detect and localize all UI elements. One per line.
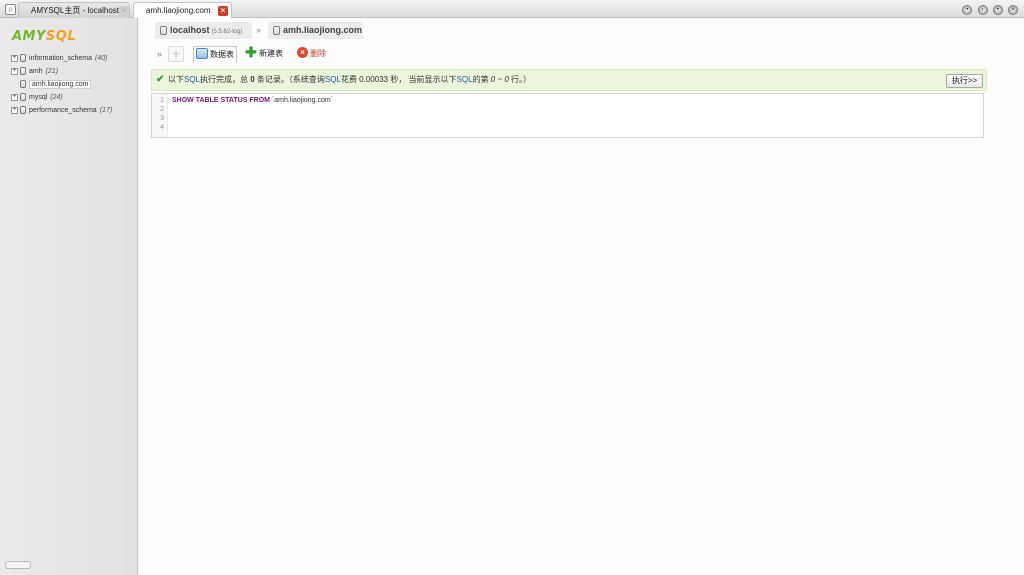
expand-icon[interactable]: +	[11, 106, 18, 114]
add-disabled-icon: +	[168, 46, 184, 62]
tab-amysql-home[interactable]: AMYSQL主页 - localhost ×	[18, 2, 130, 18]
table-icon	[196, 48, 208, 60]
sidebar-item-performance-schema[interactable]: + performance_schema (17)	[11, 104, 112, 117]
close-window-icon[interactable]: ×	[1008, 5, 1018, 15]
close-icon[interactable]: ×	[218, 6, 228, 16]
expand-icon[interactable]: +	[11, 67, 18, 75]
amysql-logo: AMYSQL	[12, 29, 77, 44]
database-icon	[20, 80, 26, 89]
sidebar-item-mysql[interactable]: + mysql (24)	[11, 91, 112, 104]
sidebar-item-amh-liaojiong[interactable]: amh.liaojiong.com	[11, 78, 112, 91]
tab-bar: ⌂ AMYSQL主页 - localhost × amh.liaojiong.c…	[0, 0, 1024, 18]
database-icon	[20, 106, 26, 115]
new-table-button[interactable]: ✚ 新建表	[243, 44, 289, 63]
delete-button[interactable]: × 删除	[295, 46, 335, 63]
expand-icon[interactable]: +	[11, 54, 18, 62]
breadcrumb-separator: »	[256, 25, 262, 35]
server-icon	[160, 26, 167, 36]
success-message: ✔ 以下SQL执行完成，总 0 条记录。（系统查询SQL花费 0.00033 秒，…	[151, 69, 987, 91]
tab-label: AMYSQL主页 - localhost	[31, 6, 120, 15]
breadcrumb-host[interactable]: localhost (5.5.62-log)	[155, 22, 252, 39]
sql-code-line[interactable]: SHOW TABLE STATUS FROM `amh.liaojiong.co…	[172, 96, 333, 105]
database-icon	[20, 54, 26, 63]
line-number-gutter: 1 2 3 4	[152, 94, 168, 137]
sidebar: AMYSQL + information_schema (40) + amh (21) …	[0, 18, 138, 575]
database-list: + information_schema (40) + amh (21) amh.lia…	[11, 52, 112, 117]
window-controls: • ‹ • ×	[959, 4, 1018, 15]
tab-label: amh.liaojiong.com	[146, 6, 211, 15]
database-icon	[20, 93, 26, 102]
execute-button[interactable]: 执行>>	[946, 74, 983, 88]
settings-icon[interactable]: •	[962, 5, 973, 15]
close-icon[interactable]: ×	[119, 6, 129, 16]
breadcrumb-database[interactable]: amh.liaojiong.com	[268, 22, 363, 39]
sql-editor[interactable]: 1 2 3 4 SHOW TABLE STATUS FROM `amh.liao…	[151, 93, 984, 138]
table-list-button[interactable]: 数据表	[193, 46, 237, 63]
tab-amh-liaojiong[interactable]: amh.liaojiong.com ×	[133, 2, 232, 18]
sidebar-item-amh[interactable]: + amh (21)	[11, 65, 112, 78]
sidebar-toggle[interactable]	[5, 561, 31, 569]
expand-icon[interactable]: +	[11, 93, 18, 101]
main-panel: localhost (5.5.62-log) » amh.liaojiong.co…	[139, 18, 1024, 575]
database-icon	[273, 26, 280, 36]
home-icon[interactable]: ⌂	[5, 4, 16, 15]
database-icon	[20, 67, 26, 76]
back-icon[interactable]: ‹	[977, 5, 988, 15]
add-icon: ✚	[245, 44, 257, 61]
collapse-arrow-icon[interactable]: »	[157, 49, 162, 59]
sidebar-item-information-schema[interactable]: + information_schema (40)	[11, 52, 112, 65]
delete-icon: ×	[297, 47, 308, 59]
check-icon: ✔	[156, 74, 165, 85]
refresh-icon[interactable]: •	[992, 5, 1003, 15]
